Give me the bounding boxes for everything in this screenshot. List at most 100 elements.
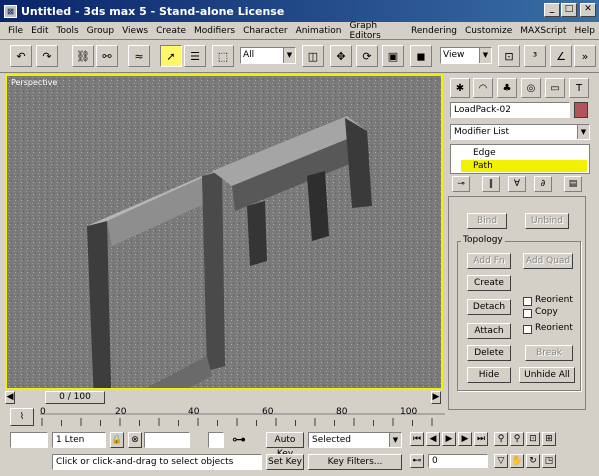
- redo-icon[interactable]: ↷: [36, 45, 58, 67]
- curve-icon[interactable]: ⌇: [10, 408, 34, 426]
- mini-curve-editor-icon[interactable]: ⌇: [10, 408, 36, 426]
- select-by-name-icon[interactable]: ☰: [184, 45, 206, 67]
- menu-tools[interactable]: Tools: [53, 26, 83, 36]
- motion-tab-icon[interactable]: ◎: [521, 78, 541, 98]
- attach-button[interactable]: Attach: [467, 323, 511, 339]
- menu-group[interactable]: Group: [83, 26, 118, 36]
- select-and-rotate-icon[interactable]: ⟳: [356, 45, 378, 67]
- menu-animation[interactable]: Animation: [292, 26, 346, 36]
- reference-coord-dropdown[interactable]: View ▼: [440, 47, 492, 64]
- modifier-list-dropdown[interactable]: Modifier List ▼: [450, 124, 590, 140]
- arc-rotate-icon[interactable]: ↻: [526, 454, 540, 468]
- make-unique-icon[interactable]: ∀: [508, 176, 526, 192]
- stack-item-edge[interactable]: Edge: [461, 147, 587, 159]
- window-crossing-icon[interactable]: ◫: [302, 45, 324, 67]
- add-fn-button[interactable]: Add Fn: [467, 253, 511, 269]
- create-button[interactable]: Create: [467, 275, 511, 291]
- previous-key-icon[interactable]: ◀: [426, 432, 440, 446]
- transform-type-in-icon[interactable]: ⊗: [128, 432, 142, 448]
- y-coordinate-field[interactable]: [208, 432, 224, 448]
- menu-maxscript[interactable]: MAXScript: [516, 26, 570, 36]
- perspective-viewport[interactable]: Perspective: [5, 74, 443, 390]
- delete-button[interactable]: Delete: [467, 345, 511, 361]
- menu-character[interactable]: Character: [239, 26, 291, 36]
- snap-3d-icon[interactable]: ³: [524, 45, 546, 67]
- hierarchy-tab-icon[interactable]: ♣: [497, 78, 517, 98]
- app-icon[interactable]: ⊠: [4, 4, 17, 18]
- menu-help[interactable]: Help: [570, 26, 599, 36]
- select-and-move-icon[interactable]: ✥: [330, 45, 352, 67]
- toolbar-more-icon[interactable]: »: [574, 45, 596, 67]
- next-frame-icon[interactable]: ▶: [431, 391, 441, 404]
- angle-snap-icon[interactable]: ∠: [550, 45, 572, 67]
- unbind-button[interactable]: Unbind: [525, 213, 569, 229]
- zoom-extents-all-icon[interactable]: ⊞: [542, 432, 556, 446]
- menu-graph-editors[interactable]: Graph Editors: [345, 21, 407, 41]
- zoom-all-icon[interactable]: ⚲: [510, 432, 524, 446]
- menu-file[interactable]: File: [4, 26, 27, 36]
- go-to-end-icon[interactable]: ⏭: [474, 432, 488, 446]
- pivot-center-icon[interactable]: ⊡: [498, 45, 520, 67]
- time-slider-thumb[interactable]: 0 / 100: [45, 391, 105, 404]
- pin-stack-icon[interactable]: ⊸: [452, 176, 470, 192]
- bind-button[interactable]: Bind: [467, 213, 507, 229]
- x-coordinate-field[interactable]: [144, 432, 190, 448]
- remove-modifier-icon[interactable]: ∂: [534, 176, 552, 192]
- play-icon[interactable]: ▶: [442, 432, 456, 446]
- configure-sets-icon[interactable]: ▤: [564, 176, 582, 192]
- viewport-label[interactable]: Perspective: [11, 78, 57, 87]
- copy-checkbox[interactable]: [523, 309, 532, 318]
- detach-button[interactable]: Detach: [467, 299, 511, 315]
- display-tab-icon[interactable]: ▭: [545, 78, 565, 98]
- stack-item-path[interactable]: Path: [461, 160, 587, 172]
- selection-filter-dropdown[interactable]: All ▼: [240, 47, 296, 64]
- zoom-extents-icon[interactable]: ⊡: [526, 432, 540, 446]
- key-filters-button[interactable]: Key Filters...: [308, 454, 402, 470]
- zoom-icon[interactable]: ⚲: [494, 432, 508, 446]
- select-and-link-icon[interactable]: ⛓: [72, 45, 94, 67]
- reorient-attach-checkbox[interactable]: [523, 325, 532, 334]
- auto-key-button[interactable]: Auto Key: [266, 432, 304, 459]
- select-object-icon[interactable]: ➚: [160, 45, 182, 67]
- set-key-button[interactable]: Set Key: [266, 454, 304, 470]
- unlink-icon[interactable]: ⚯: [96, 45, 118, 67]
- key-mode-dropdown[interactable]: Selected ▼: [308, 432, 402, 448]
- utilities-tab-icon[interactable]: T: [569, 78, 589, 98]
- previous-frame-icon[interactable]: ◀: [5, 391, 15, 404]
- field-of-view-icon[interactable]: ▽: [494, 454, 508, 468]
- time-slider[interactable]: ◀ 0 / 100 ▶: [5, 391, 443, 405]
- menu-customize[interactable]: Customize: [461, 26, 516, 36]
- modify-tab-icon[interactable]: ◠: [473, 78, 493, 98]
- reorient-checkbox[interactable]: [523, 297, 532, 306]
- create-tab-icon[interactable]: ✱: [450, 78, 470, 98]
- key-mode-toggle-icon[interactable]: ⊷: [410, 454, 424, 468]
- select-and-scale-icon[interactable]: ▣: [382, 45, 404, 67]
- menu-edit[interactable]: Edit: [27, 26, 52, 36]
- show-end-result-icon[interactable]: ‖: [482, 176, 500, 192]
- object-name-field[interactable]: LoadPack-02: [450, 102, 570, 118]
- rectangle-selection-icon[interactable]: ⬚: [212, 45, 234, 67]
- go-to-start-icon[interactable]: ⏮: [410, 432, 424, 446]
- current-frame-field[interactable]: 0: [428, 454, 488, 468]
- lock-selection-icon[interactable]: 🔒: [110, 432, 124, 448]
- maximize-viewport-icon[interactable]: ◳: [542, 454, 556, 468]
- scale-box-icon[interactable]: ◼: [410, 45, 432, 67]
- next-key-icon[interactable]: ▶: [458, 432, 472, 446]
- object-color-swatch[interactable]: [574, 102, 588, 118]
- pan-icon[interactable]: ✋: [510, 454, 524, 468]
- close-button[interactable]: ✕: [580, 3, 596, 17]
- hide-button[interactable]: Hide: [467, 367, 511, 383]
- break-button[interactable]: Break: [525, 345, 573, 361]
- menu-rendering[interactable]: Rendering: [407, 26, 461, 36]
- minimize-button[interactable]: _: [544, 3, 560, 17]
- unhide-all-button[interactable]: Unhide All: [519, 367, 575, 383]
- maximize-button[interactable]: □: [561, 3, 577, 17]
- bind-space-warp-icon[interactable]: ≈: [128, 45, 150, 67]
- track-bar[interactable]: 0 20 40 60 80 100: [40, 407, 445, 428]
- undo-icon[interactable]: ↶: [10, 45, 32, 67]
- add-quad-button[interactable]: Add Quad: [523, 253, 573, 269]
- menu-views[interactable]: Views: [118, 26, 152, 36]
- maxscript-listener-mini[interactable]: [10, 432, 48, 448]
- menu-create[interactable]: Create: [152, 26, 190, 36]
- menu-modifiers[interactable]: Modifiers: [190, 26, 239, 36]
